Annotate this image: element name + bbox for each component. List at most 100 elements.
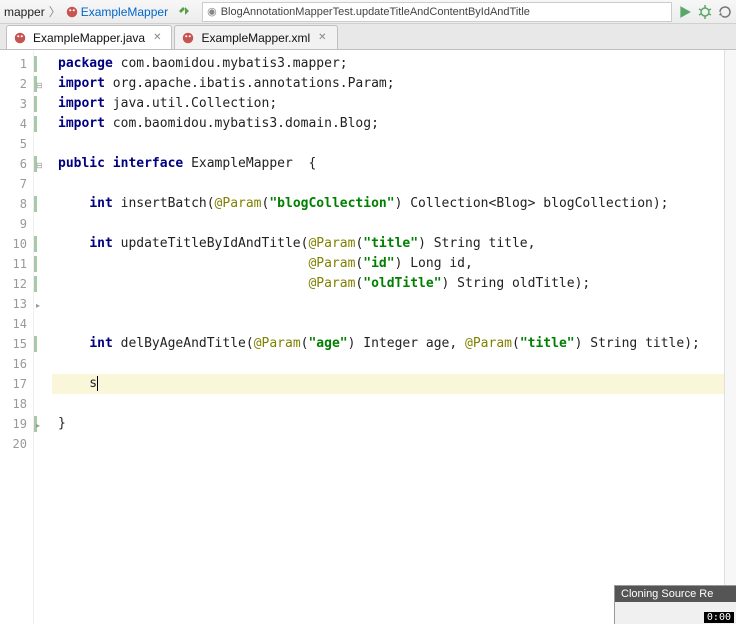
run-config-label: BlogAnnotationMapperTest.updateTitleAndC… [221, 6, 530, 18]
gutter-markers: ⊟ ⊟ ▸ ▸ [34, 50, 52, 624]
line-number: 16 [0, 354, 33, 374]
gutter-mark [34, 54, 52, 74]
gutter-mark [34, 274, 52, 294]
fold-icon[interactable]: ⊟ [36, 81, 43, 90]
gutter-mark [34, 134, 52, 154]
change-marker [34, 256, 37, 272]
close-icon[interactable]: ✕ [153, 32, 161, 43]
line-number: 11 [0, 254, 33, 274]
test-icon: ◉ [207, 5, 217, 18]
gutter-mark [34, 94, 52, 114]
code-line[interactable] [52, 434, 736, 454]
line-number: 20 [0, 434, 33, 454]
line-number: 10 [0, 234, 33, 254]
run-config-dropdown[interactable]: ◉ BlogAnnotationMapperTest.updateTitleAn… [202, 2, 672, 22]
code-line[interactable]: int insertBatch(@Param("blogCollection")… [52, 194, 736, 214]
line-number: 17 [0, 374, 33, 394]
line-number-gutter: 1234567891011121314151617181920 [0, 50, 34, 624]
line-number: 13 [0, 294, 33, 314]
change-marker [34, 276, 37, 292]
code-editor[interactable]: 1234567891011121314151617181920 ⊟⊟▸▸ pac… [0, 50, 736, 624]
code-line[interactable] [52, 394, 736, 414]
line-number: 1 [0, 54, 33, 74]
run-icon[interactable] [678, 5, 692, 19]
code-line[interactable]: import java.util.Collection; [52, 94, 736, 114]
change-marker [34, 236, 37, 252]
code-line[interactable]: package com.baomidou.mybatis3.mapper; [52, 54, 736, 74]
line-number: 19 [0, 414, 33, 434]
line-number: 5 [0, 134, 33, 154]
code-line[interactable]: public interface ExampleMapper { [52, 154, 736, 174]
code-line[interactable]: import com.baomidou.mybatis3.domain.Blog… [52, 114, 736, 134]
class-icon [65, 5, 79, 19]
file-icon [13, 31, 27, 45]
breadcrumb-toolbar: mapper 〉 ExampleMapper ◉ BlogAnnotationM… [0, 0, 736, 24]
close-icon[interactable]: ✕ [318, 32, 326, 43]
fold-icon[interactable]: ▸ [36, 421, 40, 430]
gutter-mark [34, 434, 52, 454]
gutter-mark [34, 334, 52, 354]
gutter-mark [34, 234, 52, 254]
gutter-mark: ⊟ [34, 154, 52, 174]
code-line[interactable] [52, 354, 736, 374]
gutter-mark [34, 214, 52, 234]
gutter-mark [34, 354, 52, 374]
line-number: 14 [0, 314, 33, 334]
line-number: 7 [0, 174, 33, 194]
gutter-mark [34, 394, 52, 414]
change-marker [34, 96, 37, 112]
tab-label: ExampleMapper.xml [201, 31, 310, 45]
line-number: 9 [0, 214, 33, 234]
code-line[interactable]: int updateTitleByIdAndTitle(@Param("titl… [52, 234, 736, 254]
editor-tab[interactable]: ExampleMapper.xml ✕ [174, 25, 337, 49]
code-line[interactable] [52, 134, 736, 154]
line-number: 6 [0, 154, 33, 174]
fold-icon[interactable]: ▸ [36, 301, 40, 310]
change-marker [34, 116, 37, 132]
code-line[interactable]: s [52, 374, 736, 394]
gutter-mark: ⊟ [34, 74, 52, 94]
chevron-right-icon: 〉 [49, 3, 61, 20]
editor-tab[interactable]: ExampleMapper.java ✕ [6, 25, 172, 49]
line-number: 4 [0, 114, 33, 134]
progress-popup[interactable]: Cloning Source Re 0:00 [614, 585, 736, 624]
gutter-mark: ▸ [34, 294, 52, 314]
line-number: 15 [0, 334, 33, 354]
line-number: 12 [0, 274, 33, 294]
code-line[interactable] [52, 174, 736, 194]
breadcrumb-folder[interactable]: mapper [4, 5, 45, 19]
gutter-mark [34, 254, 52, 274]
code-line[interactable] [52, 314, 736, 334]
code-line[interactable]: import org.apache.ibatis.annotations.Par… [52, 74, 736, 94]
line-number: 3 [0, 94, 33, 114]
line-number: 18 [0, 394, 33, 414]
progress-title: Cloning Source Re [615, 586, 736, 602]
rerun-icon[interactable] [718, 5, 732, 19]
code-line[interactable]: int delByAgeAndTitle(@Param("age") Integ… [52, 334, 736, 354]
line-number: 8 [0, 194, 33, 214]
gutter-mark [34, 174, 52, 194]
code-line[interactable] [52, 294, 736, 314]
code-line[interactable]: } [52, 414, 736, 434]
code-area[interactable]: package com.baomidou.mybatis3.mapper;imp… [52, 50, 736, 624]
gutter-mark [34, 194, 52, 214]
code-line[interactable]: @Param("id") Long id, [52, 254, 736, 274]
editor-tabs: ExampleMapper.java ✕ ExampleMapper.xml ✕ [0, 24, 736, 50]
file-icon [181, 31, 195, 45]
code-line[interactable] [52, 214, 736, 234]
debug-icon[interactable] [698, 5, 712, 19]
tab-label: ExampleMapper.java [33, 31, 145, 45]
change-marker [34, 336, 37, 352]
scrollbar-overview[interactable] [724, 50, 736, 624]
gutter-mark [34, 314, 52, 334]
code-line[interactable]: @Param("oldTitle") String oldTitle); [52, 274, 736, 294]
build-icon[interactable] [176, 4, 192, 20]
fold-icon[interactable]: ⊟ [36, 161, 43, 170]
gutter-mark [34, 114, 52, 134]
breadcrumb-class[interactable]: ExampleMapper [81, 5, 168, 19]
progress-timer: 0:00 [704, 612, 734, 623]
progress-body: 0:00 [615, 602, 736, 624]
change-marker [34, 56, 37, 72]
gutter-mark: ▸ [34, 414, 52, 434]
gutter-mark [34, 374, 52, 394]
